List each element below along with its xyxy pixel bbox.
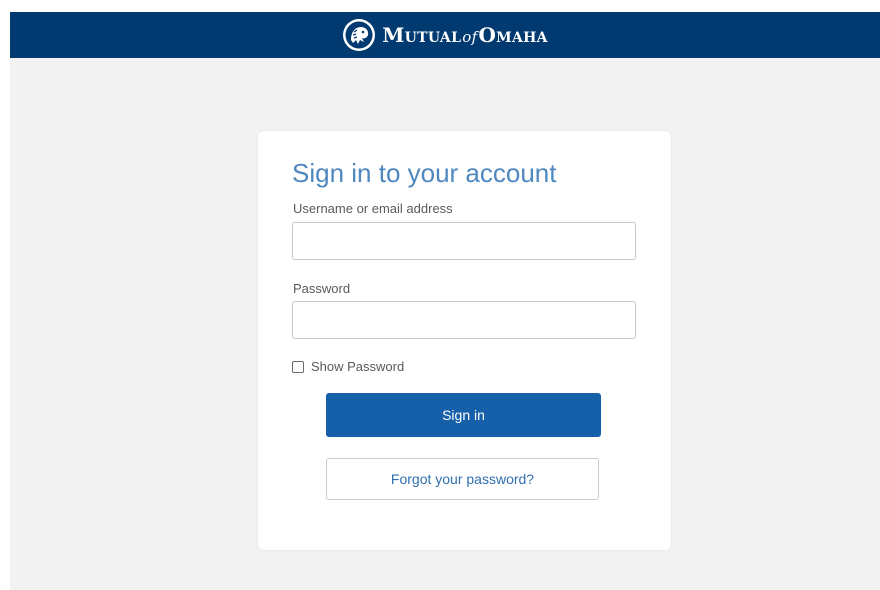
lion-head-logo-icon (343, 19, 376, 51)
top-header-bar: MutualofOmaha (10, 12, 880, 58)
sign-in-card: Sign in to your account Username or emai… (258, 131, 671, 550)
page-frame: MutualofOmaha Sign in to your account Us… (10, 12, 880, 590)
brand-word-of: of (462, 28, 478, 46)
show-password-checkbox[interactable] (292, 360, 304, 373)
show-password-toggle[interactable]: Show Password (292, 359, 404, 374)
forgot-password-button[interactable]: Forgot your password? (326, 458, 599, 500)
password-input[interactable] (292, 301, 636, 339)
brand-word-mutual: Mutual (382, 23, 462, 47)
brand-logo: MutualofOmaha (342, 18, 548, 52)
username-label: Username or email address (293, 201, 453, 216)
brand-wordmark: MutualofOmaha (382, 23, 548, 47)
sign-in-button[interactable]: Sign in (326, 393, 601, 437)
password-label: Password (293, 281, 351, 296)
show-password-label: Show Password (311, 359, 405, 374)
username-input[interactable] (292, 222, 636, 260)
brand-word-omaha: Omaha (478, 23, 548, 47)
page-title: Sign in to your account (292, 158, 557, 188)
